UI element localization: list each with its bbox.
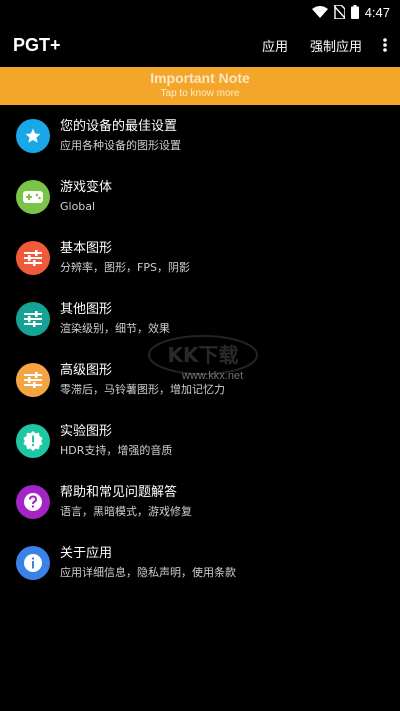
menu-item-best-settings[interactable]: 您的设备的最佳设置 应用各种设备的图形设置 bbox=[0, 105, 400, 166]
status-bar: 4:47 bbox=[0, 0, 400, 24]
menu-item-basic-graphics[interactable]: 基本图形 分辨率，图形，FPS，阴影 bbox=[0, 227, 400, 288]
status-time: 4:47 bbox=[364, 4, 390, 20]
apply-button[interactable]: 应用 bbox=[262, 36, 288, 55]
menu-item-subtitle: 应用各种设备的图形设置 bbox=[60, 138, 181, 152]
alert-badge-icon bbox=[16, 423, 50, 458]
menu-item-subtitle: 零滞后，马铃薯图形，增加记忆力 bbox=[60, 382, 225, 396]
watermark-text: www.kkx.net bbox=[182, 370, 244, 382]
important-note-banner[interactable]: Important Note Tap to know more bbox=[0, 67, 400, 105]
more-vert-icon[interactable] bbox=[380, 38, 390, 52]
app-bar: PGT+ 应用 强制应用 bbox=[0, 24, 400, 66]
menu-item-about-app[interactable]: 关于应用 应用详细信息，隐私声明，使用条款 bbox=[0, 532, 400, 593]
battery-icon bbox=[350, 5, 359, 19]
wifi-icon bbox=[311, 6, 328, 18]
menu-item-subtitle: 语言，黑暗模式，游戏修复 bbox=[60, 504, 192, 518]
sliders-icon bbox=[16, 301, 50, 336]
banner-subtitle: Tap to know more bbox=[160, 88, 240, 99]
menu-item-subtitle: 分辨率，图形，FPS，阴影 bbox=[60, 260, 190, 274]
menu-item-experimental-graphics[interactable]: 实验图形 HDR支持，增强的音质 bbox=[0, 410, 400, 471]
menu-item-title: 关于应用 bbox=[60, 545, 113, 561]
sliders-icon bbox=[16, 362, 50, 397]
menu-item-title: 其他图形 bbox=[60, 301, 113, 317]
menu-item-title: 游戏变体 bbox=[60, 179, 113, 195]
no-sim-icon bbox=[333, 5, 345, 19]
svg-text:KK下载: KK下载 bbox=[168, 343, 239, 367]
menu-item-title: 您的设备的最佳设置 bbox=[60, 118, 178, 134]
menu-item-title: 帮助和常见问题解答 bbox=[60, 484, 178, 500]
menu-item-game-variant[interactable]: 游戏变体 Global bbox=[0, 166, 400, 227]
gamepad-icon bbox=[16, 179, 50, 214]
banner-title: Important Note bbox=[150, 70, 250, 86]
menu-item-title: 实验图形 bbox=[60, 423, 113, 439]
help-icon bbox=[16, 484, 50, 519]
menu-item-help-faq[interactable]: 帮助和常见问题解答 语言，黑暗模式，游戏修复 bbox=[0, 471, 400, 532]
sliders-icon bbox=[16, 240, 50, 275]
star-icon bbox=[16, 118, 50, 153]
menu-item-subtitle: Global bbox=[60, 199, 96, 213]
menu-item-subtitle: 应用详细信息，隐私声明，使用条款 bbox=[60, 565, 236, 579]
app-title: PGT+ bbox=[13, 34, 61, 55]
info-icon bbox=[16, 545, 50, 580]
menu-item-subtitle: HDR支持，增强的音质 bbox=[60, 443, 173, 457]
menu-item-title: 基本图形 bbox=[60, 240, 113, 256]
force-apply-button[interactable]: 强制应用 bbox=[310, 36, 362, 55]
